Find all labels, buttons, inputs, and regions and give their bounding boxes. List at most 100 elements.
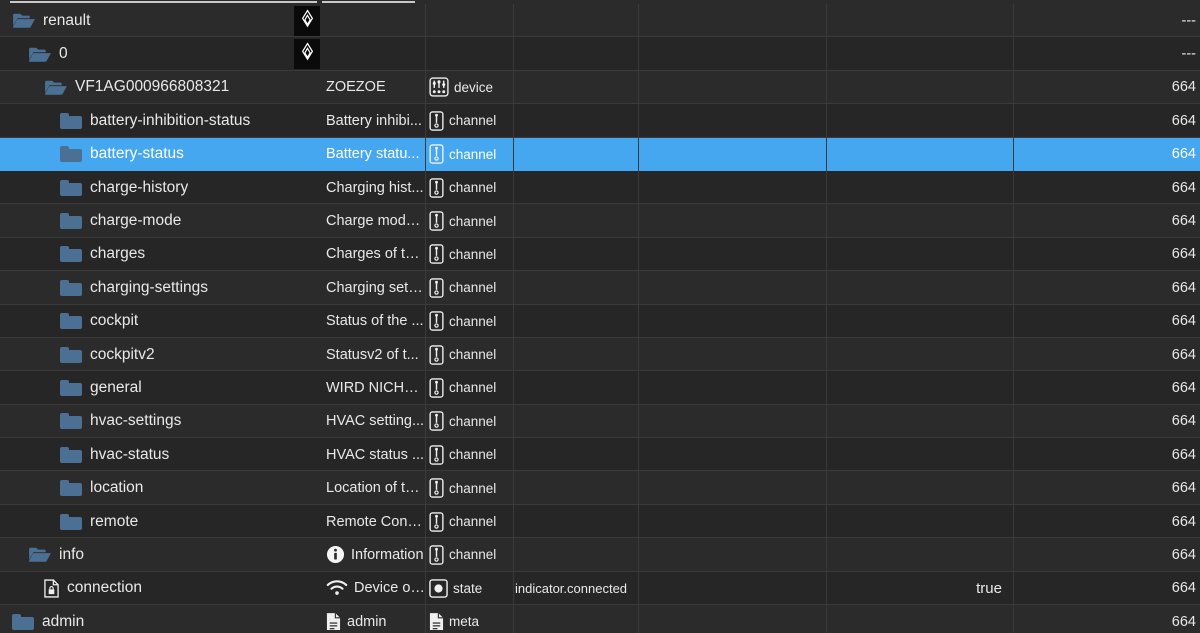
row-name-label: 0 — [59, 45, 68, 63]
channel-icon — [429, 444, 444, 465]
state-icon — [429, 579, 448, 598]
table-row[interactable]: battery-status Battery statu... channel 664 — [0, 137, 1200, 171]
row-value-cell[interactable] — [827, 71, 1012, 104]
row-value-cell[interactable] — [827, 104, 1012, 137]
row-name-label: charge-history — [90, 178, 189, 196]
row-type-label: channel — [449, 514, 497, 530]
row-type-cell: channel — [429, 204, 513, 237]
channel-icon — [429, 144, 444, 165]
row-description-label: Battery statu... — [326, 146, 420, 163]
table-row[interactable]: charging-settings Charging setti... channe… — [0, 271, 1200, 305]
row-identifier-cell — [514, 4, 638, 37]
row-value-cell[interactable] — [827, 37, 1012, 70]
row-identifier-cell — [514, 138, 638, 171]
type-icon-wrap — [429, 177, 444, 198]
row-value-cell[interactable] — [827, 338, 1012, 371]
row-value-cell[interactable]: true — [827, 572, 1012, 605]
table-row[interactable]: 0 --- — [0, 37, 1200, 71]
row-value-cell[interactable] — [827, 438, 1012, 471]
row-name-label: charging-settings — [90, 278, 209, 296]
row-identifier-cell — [514, 505, 638, 538]
type-icon-wrap — [429, 144, 444, 165]
table-row[interactable]: general WIRD NICHT ... channel 664 — [0, 371, 1200, 405]
row-value-cell[interactable] — [827, 405, 1012, 438]
row-identifier-cell — [514, 605, 638, 633]
channel-icon — [429, 378, 444, 398]
column-resize-bar-2[interactable] — [322, 1, 415, 3]
row-description-label: HVAC setting... — [326, 413, 425, 430]
row-value-cell[interactable] — [827, 238, 1012, 271]
table-row[interactable]: location Location of th... channel 664 — [0, 471, 1200, 505]
folder-icon — [60, 513, 82, 530]
row-number-cell: 664 — [1171, 613, 1196, 630]
row-value-cell[interactable] — [827, 138, 1012, 171]
column-resize-bar-1[interactable] — [10, 1, 317, 3]
row-value-cell[interactable] — [827, 271, 1012, 304]
table-row[interactable]: battery-inhibition-status Battery inhibi.… — [0, 104, 1200, 138]
channel-icon — [429, 344, 444, 365]
row-description-cell: Information — [326, 538, 425, 571]
description-icon-wrap — [326, 580, 348, 596]
table-row[interactable]: VF1AG000966808321 ZOEZOE device 664 — [0, 70, 1200, 105]
row-name-label: VF1AG000966808321 — [75, 78, 230, 96]
table-row[interactable]: cockpit Status of the ... channel 664 — [0, 304, 1200, 338]
row-type-label: channel — [449, 313, 497, 329]
table-row[interactable]: charges Charges of th... channel 664 — [0, 237, 1200, 272]
row-number-cell: 664 — [1171, 480, 1196, 497]
row-value-cell[interactable] — [827, 305, 1012, 338]
row-name-label: renault — [43, 11, 91, 29]
table-row[interactable]: connection Device or ser... state indicator… — [0, 571, 1200, 606]
row-number-cell: --- — [1181, 12, 1197, 29]
row-description-label: Charging setti... — [326, 279, 425, 296]
table-row[interactable]: hvac-status HVAC status ... channel 664 — [0, 438, 1200, 472]
row-description-label: Information — [351, 546, 424, 563]
row-description-cell: Charging setti... — [326, 271, 425, 304]
row-name-label: hvac-status — [90, 445, 170, 463]
row-description-label: Charges of th... — [326, 246, 425, 263]
row-type-label: state — [453, 580, 483, 596]
file-lock-icon — [44, 579, 59, 598]
row-value-cell[interactable] — [827, 371, 1012, 404]
table-row[interactable]: cockpitv2 Statusv2 of t... channel 664 — [0, 337, 1200, 372]
folder-icon — [12, 613, 34, 630]
row-value-cell[interactable] — [827, 204, 1012, 237]
row-description-cell: ZOEZOE — [326, 71, 425, 104]
row-number-cell: 664 — [1171, 346, 1196, 363]
type-icon-wrap — [429, 511, 444, 532]
row-description-label: HVAC status ... — [326, 446, 425, 463]
row-type-cell: state — [429, 572, 513, 605]
table-row[interactable]: info Information channel 664 — [0, 538, 1200, 572]
row-value-cell[interactable] — [827, 4, 1012, 37]
row-identifier-cell — [514, 405, 638, 438]
row-value-cell[interactable] — [827, 505, 1012, 538]
row-number-cell: 664 — [1171, 79, 1196, 96]
row-identifier-cell — [514, 371, 638, 404]
table-row[interactable]: admin admin meta 664 — [0, 605, 1200, 633]
row-name-label: hvac-settings — [90, 412, 182, 430]
channel-icon — [429, 545, 444, 565]
channel-icon — [429, 244, 444, 265]
folder-open-icon — [44, 80, 67, 95]
table-row[interactable]: charge-history Charging hist... channel 664 — [0, 170, 1200, 205]
meta-icon — [429, 613, 444, 631]
row-value-cell[interactable] — [827, 538, 1012, 571]
table-row[interactable]: hvac-settings HVAC setting... channel 664 — [0, 404, 1200, 439]
row-identifier-cell — [514, 305, 638, 338]
table-row[interactable]: renault --- — [0, 4, 1200, 38]
folder-icon — [60, 246, 82, 263]
row-value-cell[interactable] — [827, 471, 1012, 504]
table-row[interactable]: charge-mode Charge mode... channel 664 — [0, 204, 1200, 238]
row-type-label: meta — [449, 614, 480, 630]
row-description-cell: WIRD NICHT ... — [326, 371, 425, 404]
row-name-label: charges — [90, 245, 146, 263]
info-icon — [326, 546, 345, 564]
row-name-label: battery-status — [90, 145, 184, 163]
row-description-cell: Device or ser... — [326, 572, 425, 605]
row-type-label: channel — [449, 547, 497, 563]
row-value-cell[interactable] — [827, 171, 1012, 204]
row-type-cell: channel — [429, 238, 513, 271]
row-type-cell: channel — [429, 505, 513, 538]
row-number-cell: 664 — [1171, 246, 1196, 263]
row-value-cell[interactable] — [827, 605, 1012, 633]
table-row[interactable]: remote Remote Contr... channel 664 — [0, 504, 1200, 539]
